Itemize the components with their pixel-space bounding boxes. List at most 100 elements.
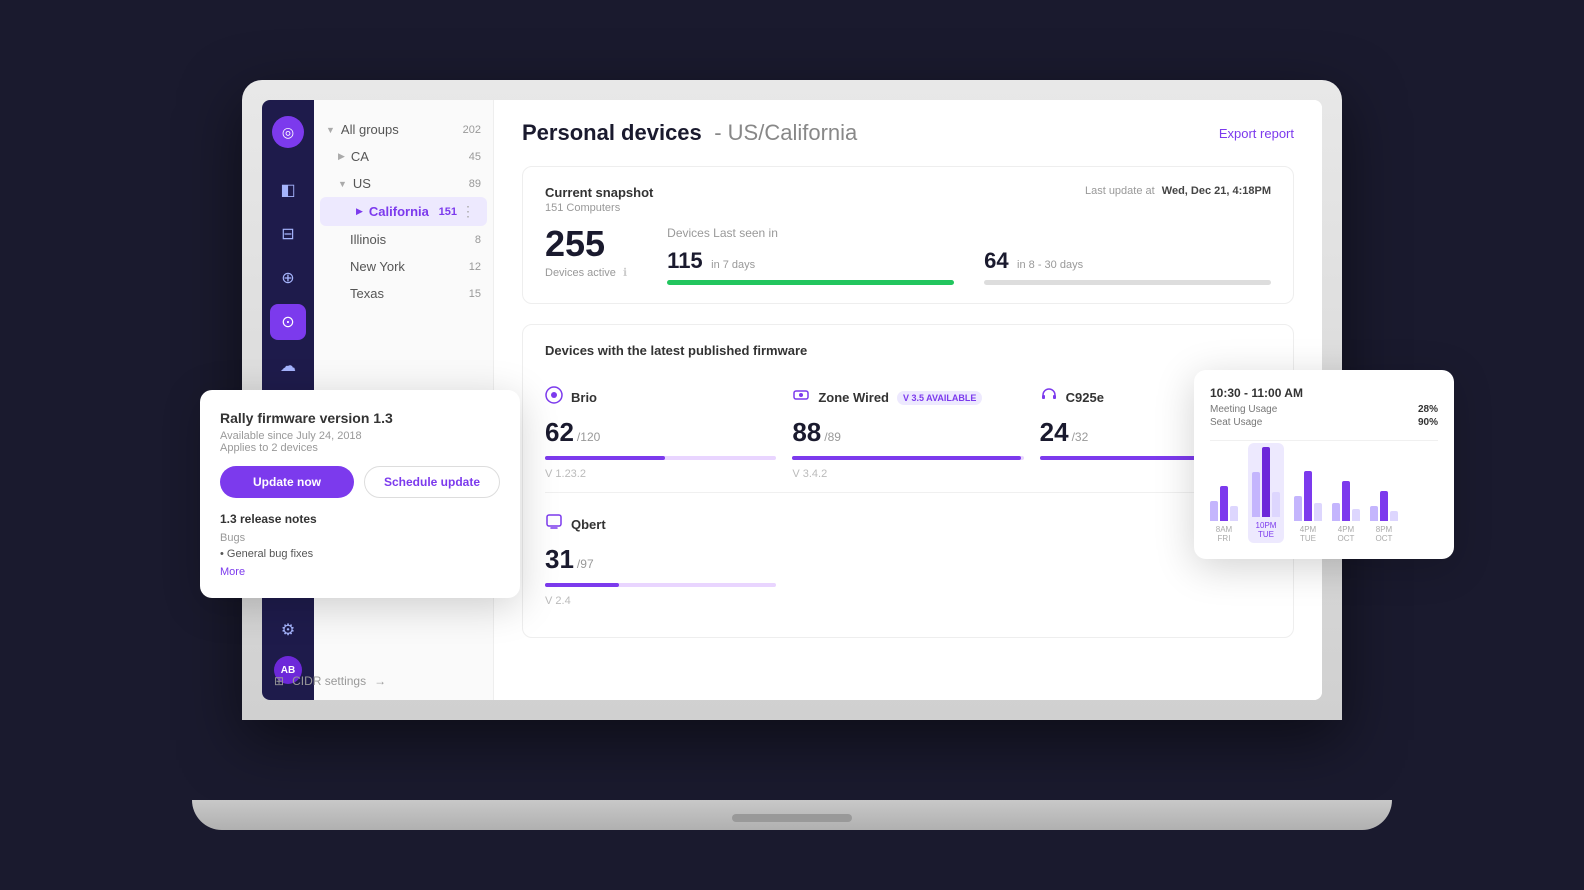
c925e-name: C925e: [1066, 390, 1104, 405]
zone-wired-current: 88: [792, 417, 821, 448]
bar-2b: [1262, 447, 1270, 517]
chart-time: 10:30 - 11:00 AM: [1210, 386, 1438, 400]
firmware-update-popup: Rally firmware version 1.3 Available sin…: [200, 390, 520, 598]
devices-seen-metrics: 115 in 7 days 64 in 8 - 30 days: [667, 248, 1271, 285]
devices-active-block: 255 Devices active ℹ: [545, 226, 627, 279]
nav-item-texas[interactable]: Texas 15: [314, 280, 493, 307]
laptop-base: [192, 800, 1392, 830]
metric-7days: 115 in 7 days: [667, 248, 954, 285]
popup-firmware-meta: Available since July 24, 2018 Applies to…: [220, 430, 500, 454]
nav-item-new-york[interactable]: New York 12: [314, 253, 493, 280]
page-title: Personal devices: [522, 120, 702, 145]
bar-5c: [1390, 511, 1398, 521]
settings-icon[interactable]: ⚙: [270, 612, 306, 648]
brio-current: 62: [545, 417, 574, 448]
schedule-update-button[interactable]: Schedule update: [364, 466, 500, 498]
zone-wired-name: Zone Wired: [818, 390, 889, 405]
page-header: Personal devices - US/California Export …: [522, 120, 1294, 146]
firmware-grid-row2: Qbert 31 /97 V 2.4: [545, 492, 1271, 619]
chart-label-3: 4PMTUE: [1300, 525, 1316, 543]
devices-active-label: Devices active ℹ: [545, 266, 627, 279]
last-update-label: Last update at Wed, Dec 21, 4:18PM: [1085, 185, 1271, 197]
chart-group-4: 4PMOCT: [1332, 481, 1360, 543]
chart-group-3: 4PMTUE: [1294, 471, 1322, 543]
chart-legend-meeting: Meeting Usage 28%: [1210, 404, 1438, 415]
snapshot-sub: 151 Computers: [545, 202, 653, 214]
bar-5b: [1380, 491, 1388, 521]
c925e-progress: [1040, 456, 1213, 460]
devices-last-seen-label: Devices Last seen in: [667, 226, 1271, 240]
release-notes-bugs-label: Bugs: [220, 532, 500, 544]
bar-1a: [1210, 501, 1218, 521]
bar-3a: [1294, 496, 1302, 521]
snapshot-header: Current snapshot 151 Computers Last upda…: [545, 185, 1271, 214]
nav-item-illinois[interactable]: Illinois 8: [314, 226, 493, 253]
update-now-button[interactable]: Update now: [220, 466, 354, 498]
page-title-container: Personal devices - US/California: [522, 120, 857, 146]
c925e-current: 24: [1040, 417, 1069, 448]
brio-name: Brio: [571, 390, 597, 405]
cidr-footer[interactable]: ⊞ CIDR settings →: [314, 654, 442, 688]
bar-3c: [1314, 503, 1322, 521]
zone-wired-progress: [792, 456, 1021, 460]
snapshot-title: Current snapshot: [545, 185, 653, 200]
release-notes-title: 1.3 release notes: [220, 512, 500, 526]
sidebar-icon-cloud[interactable]: ☁: [270, 348, 306, 384]
sidebar-icon-devices[interactable]: ⊙: [270, 304, 306, 340]
release-more-link[interactable]: More: [220, 566, 500, 578]
nav-item-ca[interactable]: ▶ CA 45: [314, 143, 493, 170]
popup-firmware-title: Rally firmware version 1.3: [220, 410, 500, 426]
c925e-icon: [1040, 386, 1058, 409]
firmware-card: Devices with the latest published firmwa…: [522, 324, 1294, 638]
zone-wired-badge: V 3.5 AVAILABLE: [897, 391, 982, 405]
bar-4a: [1332, 503, 1340, 521]
qbert-name: Qbert: [571, 517, 606, 532]
chart-label-1: 8AMFRI: [1216, 525, 1232, 543]
qbert-version: V 2.4: [545, 595, 776, 607]
firmware-grid-row1: Brio 62 /120 V 1.23.2: [545, 374, 1271, 492]
firmware-section-title: Devices with the latest published firmwa…: [545, 343, 1271, 358]
firmware-item-brio: Brio 62 /120 V 1.23.2: [545, 374, 776, 492]
progress-green: [667, 280, 954, 285]
laptop-notch: [732, 814, 852, 822]
nav-item-california[interactable]: ▶ California 151 ⋮: [320, 197, 487, 226]
qbert-progress: [545, 583, 619, 587]
qbert-total: /97: [577, 557, 594, 571]
bar-4c: [1352, 509, 1360, 521]
export-report-link[interactable]: Export report: [1219, 126, 1294, 141]
chart-group-5: 8PMOCT: [1370, 491, 1398, 543]
chart-legend-seat: Seat Usage 90%: [1210, 417, 1438, 428]
popup-firmware-buttons: Update now Schedule update: [220, 466, 500, 498]
bar-5a: [1370, 506, 1378, 521]
bar-2a: [1252, 472, 1260, 517]
sidebar-icon-2[interactable]: ⊟: [270, 216, 306, 252]
snapshot-card: Current snapshot 151 Computers Last upda…: [522, 166, 1294, 304]
devices-seen-block: Devices Last seen in 115 in 7 days 64 in…: [667, 226, 1271, 285]
firmware-item-zone-wired: Zone Wired V 3.5 AVAILABLE 88 /89 V 3.4.…: [792, 374, 1023, 492]
chart-group-2-selected: 10PMTUE: [1248, 443, 1284, 543]
progress-gray: [984, 280, 1271, 285]
zone-wired-version: V 3.4.2: [792, 468, 1023, 480]
nav-item-all-groups[interactable]: ▼ All groups 202: [314, 116, 493, 143]
chart-bars: 8AMFRI 10PMTUE 4PMTUE: [1210, 453, 1438, 543]
zone-wired-icon: [792, 386, 810, 409]
page-title-sub: - US/California: [714, 120, 857, 145]
brio-icon: [545, 386, 563, 409]
nav-item-us[interactable]: ▼ US 89: [314, 170, 493, 197]
bar-1b: [1220, 486, 1228, 521]
info-icon: ℹ: [623, 267, 627, 279]
firmware-item-qbert: Qbert 31 /97 V 2.4: [545, 501, 776, 619]
sidebar-icon-1[interactable]: ◧: [270, 172, 306, 208]
qbert-current: 31: [545, 544, 574, 575]
brio-progress: [545, 456, 665, 460]
qbert-icon: [545, 513, 563, 536]
chart-label-5: 8PMOCT: [1376, 525, 1393, 543]
more-options-icon[interactable]: ⋮: [461, 203, 475, 220]
brio-version: V 1.23.2: [545, 468, 776, 480]
sidebar-logo[interactable]: ◎: [272, 116, 304, 148]
chart-group-1: 8AMFRI: [1210, 486, 1238, 543]
sidebar-icon-3[interactable]: ⊕: [270, 260, 306, 296]
bar-3b: [1304, 471, 1312, 521]
zone-wired-total: /89: [824, 430, 841, 444]
chart-label-4: 4PMOCT: [1338, 525, 1355, 543]
